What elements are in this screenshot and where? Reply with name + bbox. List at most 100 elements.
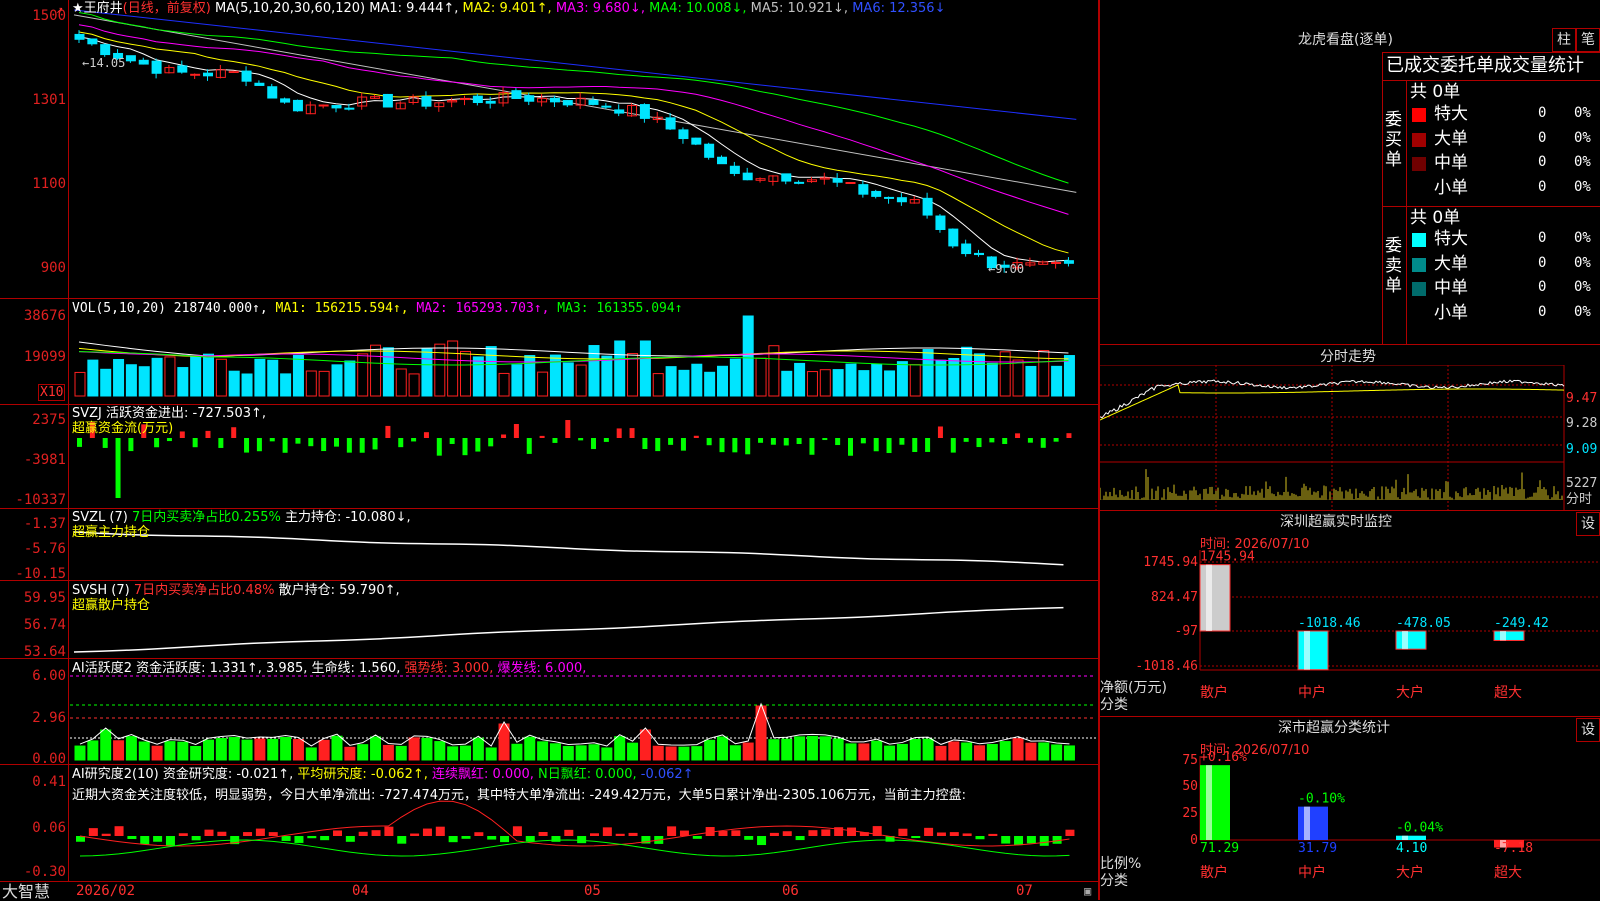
flow-bar: [77, 438, 82, 447]
candle-body: [742, 172, 753, 181]
volume-bar: [601, 355, 613, 397]
candle-body: [858, 184, 869, 195]
monitor-chart[interactable]: 1745.94824.47-97-1018.461745.94散户-1018.4…: [1100, 510, 1600, 710]
bar-highlight: [1402, 835, 1408, 840]
flow-bar: [565, 420, 571, 438]
volume-bar: [511, 364, 523, 397]
right-panel: 龙虎看盘(逐单) 柱 笔 已成交委托单成交量统计 委买单 委卖单 共 0单 共 …: [1100, 0, 1600, 900]
ma5-value: MA5: 10.921↓,: [750, 1, 849, 16]
value-label: -0.04%: [1396, 821, 1443, 836]
activity-bar: [318, 739, 330, 761]
category-bar: [1298, 806, 1328, 840]
activity-bar: [524, 736, 536, 761]
research-bar: [924, 827, 934, 836]
volume-bar: [999, 351, 1011, 397]
brand-label[interactable]: 大智慧: [2, 883, 50, 900]
intraday-title[interactable]: 分时走势: [1320, 350, 1376, 365]
ma2-value: MA2: 9.401↑,: [462, 1, 552, 16]
flow-bar: [783, 438, 789, 446]
volume-bar: [845, 363, 857, 397]
svzl-subtitle: 超赢主力持仓: [72, 525, 151, 540]
flow-bar: [128, 438, 134, 452]
svzl-ratio: 7日内买卖净占比0.255%: [131, 510, 281, 525]
kline-chart-area[interactable]: ↗ 1500 1301 1100 900 ★王府井(日线，前复权) MA(5,1…: [0, 0, 1100, 900]
activity-bar: [819, 736, 831, 761]
chart-type[interactable]: (日线，前复权): [123, 1, 211, 16]
activity-bar: [974, 745, 985, 761]
activity-line: [79, 702, 1070, 747]
buy-side-label: 委买单: [1385, 110, 1402, 170]
volume-bar: [382, 347, 394, 397]
volume-bar: [280, 373, 292, 397]
flow-bar: [1053, 438, 1059, 442]
research-bar: [551, 836, 561, 842]
category-label: 超大: [1494, 685, 1522, 701]
stock-name[interactable]: ★王府井: [72, 1, 123, 16]
activity-bar: [614, 736, 626, 761]
volume-bar: [935, 359, 947, 397]
bar-highlight: [1304, 631, 1310, 670]
research-bar: [628, 832, 638, 836]
research-bar: [808, 830, 818, 836]
date-axis-label: 06: [782, 883, 799, 899]
volume-bar: [472, 356, 484, 397]
order-percent: 0%: [1574, 279, 1591, 295]
retail-holding-line: [73, 606, 1064, 653]
svzl-value: 主力持仓: -10.080↓,: [284, 510, 411, 525]
bar-mode-button[interactable]: 柱: [1552, 28, 1576, 52]
order-volume: 0: [1538, 303, 1547, 320]
flow-bar: [796, 438, 802, 444]
value-label: -478.05: [1396, 616, 1451, 631]
research-bar: [975, 836, 985, 840]
activity-bar: [794, 736, 806, 761]
activity-bar: [331, 735, 343, 761]
activity-bar: [781, 738, 793, 761]
stats-chart[interactable]: 75 50 25 0 +0.16% 散户 -0.10% 中户 -0.04% 大户 超大 71.29 31…: [1100, 716, 1600, 900]
intraday-price-label: 9.47: [1566, 391, 1598, 406]
vol-ma-line: [78, 341, 1069, 357]
research-bar: [461, 836, 471, 839]
y-label: 0.00: [32, 751, 66, 767]
candle-body: [704, 143, 715, 158]
candle-body: [177, 65, 188, 73]
activity-bar: [434, 741, 446, 761]
activity-bar: [100, 729, 112, 761]
volume-bar: [806, 371, 818, 397]
category-label: 散户: [1200, 684, 1228, 701]
lock-icon[interactable]: ▣: [1084, 884, 1091, 899]
volume-bar: [357, 353, 369, 397]
candle-body: [832, 178, 843, 183]
ma-line: [78, 31, 1069, 254]
activity-bar: [1038, 742, 1050, 761]
flow-bar: [552, 438, 558, 443]
volume-bar: [74, 371, 86, 397]
volume-bar: [318, 370, 330, 397]
y-label: 900: [40, 260, 66, 276]
divider: [1382, 80, 1600, 81]
vol-ma1: MA1: 156215.594↑,: [275, 301, 409, 316]
activity-bar: [344, 746, 356, 761]
intraday-vol-unit: 分时: [1566, 492, 1593, 507]
ai-research-avg: 平均研究度: -0.062↑,: [297, 767, 428, 782]
activity-bar: [472, 737, 484, 761]
flow-bar: [449, 438, 455, 444]
activity-bar: [357, 744, 369, 761]
volume-bar: [986, 362, 998, 397]
research-bar: [577, 836, 587, 844]
candle-body: [524, 95, 535, 102]
buy-total: 共 0单: [1410, 82, 1461, 102]
date-axis-label: 07: [1016, 883, 1033, 899]
volume-bar: [190, 355, 202, 397]
candle-body: [948, 228, 959, 247]
value-label: +0.16%: [1200, 750, 1247, 765]
y-label: -3981: [23, 452, 66, 468]
research-bar: [384, 826, 394, 836]
candle-body: [601, 105, 612, 108]
research-bar: [744, 836, 754, 840]
activity-bar: [1012, 738, 1024, 761]
flow-bar: [231, 427, 237, 438]
activity-bar: [267, 738, 279, 761]
flow-bar: [513, 424, 519, 438]
research-bar: [525, 836, 535, 842]
tick-mode-button[interactable]: 笔: [1576, 28, 1600, 52]
